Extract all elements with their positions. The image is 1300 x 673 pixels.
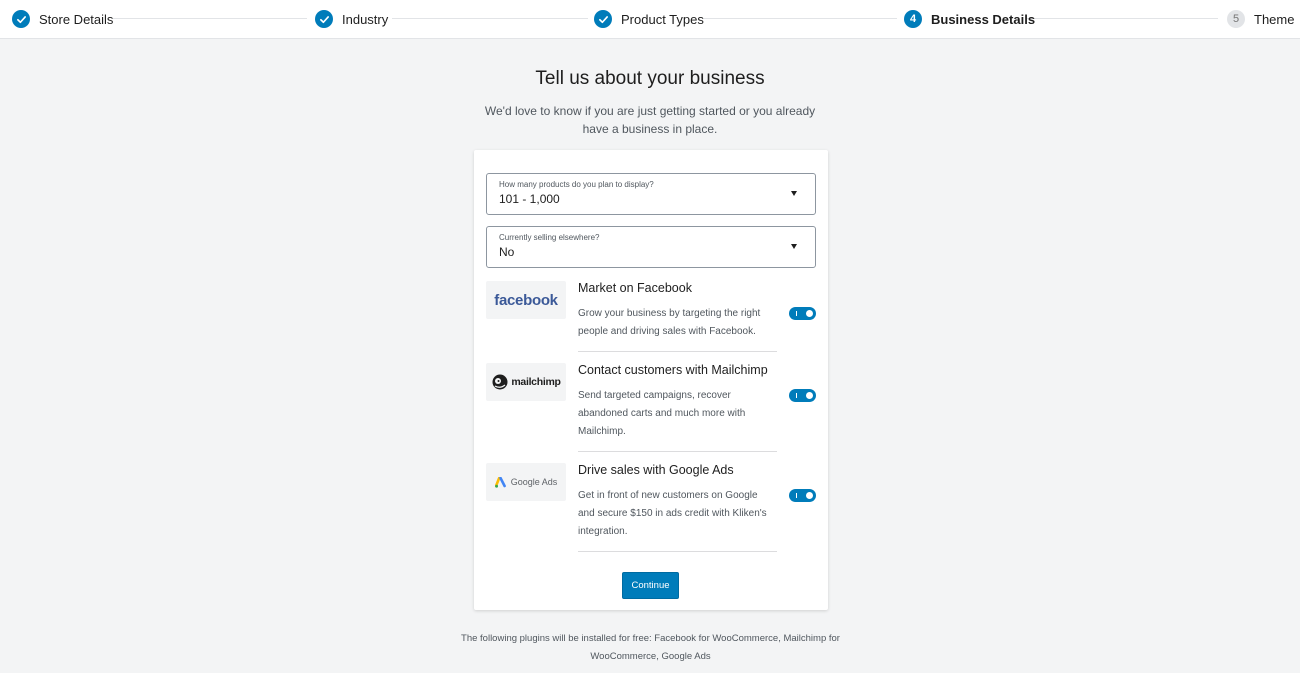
plugin-google-ads: Google Ads Drive sales with Google Ads G… (486, 463, 816, 553)
select-label: Currently selling elsewhere? (499, 233, 600, 242)
step-business-details[interactable]: 4 Business Details (904, 9, 1035, 29)
google-ads-wordmark-text: Google Ads (510, 477, 558, 487)
selling-elsewhere-select[interactable]: Currently selling elsewhere? No (486, 226, 816, 268)
facebook-toggle[interactable] (789, 307, 816, 320)
toggle-knob (806, 310, 813, 317)
toggle-on-indicator (796, 493, 797, 498)
plugins-install-note: The following plugins will be installed … (461, 633, 840, 662)
toggle-on-indicator (796, 311, 797, 316)
products-count-select[interactable]: How many products do you plan to display… (486, 173, 816, 215)
toggle-on-indicator (796, 393, 797, 398)
step-label: Business Details (931, 11, 1036, 27)
plugin-title: Market on Facebook (578, 281, 692, 295)
plugin-facebook: facebook Market on Facebook Grow your bu… (486, 281, 816, 353)
facebook-logo: facebook (486, 281, 566, 319)
page-subtitle: We'd love to know if you are just gettin… (484, 104, 816, 136)
stepper-connector (1027, 18, 1218, 19)
step-label: Product Types (621, 11, 704, 27)
toggle-knob (806, 492, 813, 499)
stepper-connector (702, 18, 897, 19)
step-number-badge: 5 (1227, 10, 1245, 28)
google-ads-logo: Google Ads (486, 463, 566, 501)
divider (578, 551, 777, 552)
mailchimp-logo: mailchimp (486, 363, 566, 401)
plugin-title: Drive sales with Google Ads (578, 463, 734, 477)
stepper-connector (112, 18, 307, 19)
step-store-details[interactable]: Store Details (12, 9, 113, 29)
checkmark-icon (594, 10, 612, 28)
facebook-wordmark: facebook (494, 291, 558, 309)
divider (578, 451, 777, 452)
step-number-badge: 4 (904, 10, 922, 28)
step-product-types[interactable]: Product Types (594, 9, 704, 29)
step-label: Theme (1254, 11, 1295, 27)
business-details-card: How many products do you plan to display… (474, 150, 828, 610)
plugin-mailchimp: mailchimp Contact customers with Mailchi… (486, 363, 816, 453)
toggle-knob (806, 392, 813, 399)
stepper-connector (392, 18, 588, 19)
select-value: 101 - 1,000 (499, 192, 560, 206)
mailchimp-toggle[interactable] (789, 389, 816, 402)
plugin-description: Send targeted campaigns, recover abandon… (578, 390, 746, 437)
step-industry[interactable]: Industry (315, 9, 388, 29)
google-ads-wordmark: Google Ads (494, 476, 558, 488)
plugin-description: Grow your business by targeting the righ… (578, 308, 761, 337)
setup-stepper: Store Details Industry Product Types 4 B… (0, 0, 1300, 39)
google-ads-toggle[interactable] (789, 489, 816, 502)
plugin-title: Contact customers with Mailchimp (578, 363, 768, 377)
step-label: Industry (342, 11, 389, 27)
caret-down-icon (791, 191, 797, 196)
mailchimp-wordmark: mailchimp (491, 373, 561, 391)
continue-button[interactable]: Continue (622, 572, 679, 599)
mailchimp-freddie-icon (492, 374, 508, 390)
step-label: Store Details (39, 11, 114, 27)
checkmark-icon (12, 10, 30, 28)
google-ads-icon (494, 476, 506, 488)
select-label: How many products do you plan to display… (499, 180, 654, 189)
checkmark-icon (315, 10, 333, 28)
caret-down-icon (791, 244, 797, 249)
page-title: Tell us about your business (535, 68, 765, 89)
step-theme[interactable]: 5 Theme (1227, 9, 1294, 29)
divider (578, 351, 777, 352)
plugin-description: Get in front of new customers on Google … (578, 490, 767, 537)
mailchimp-wordmark-text: mailchimp (511, 376, 561, 388)
select-value: No (499, 245, 515, 259)
